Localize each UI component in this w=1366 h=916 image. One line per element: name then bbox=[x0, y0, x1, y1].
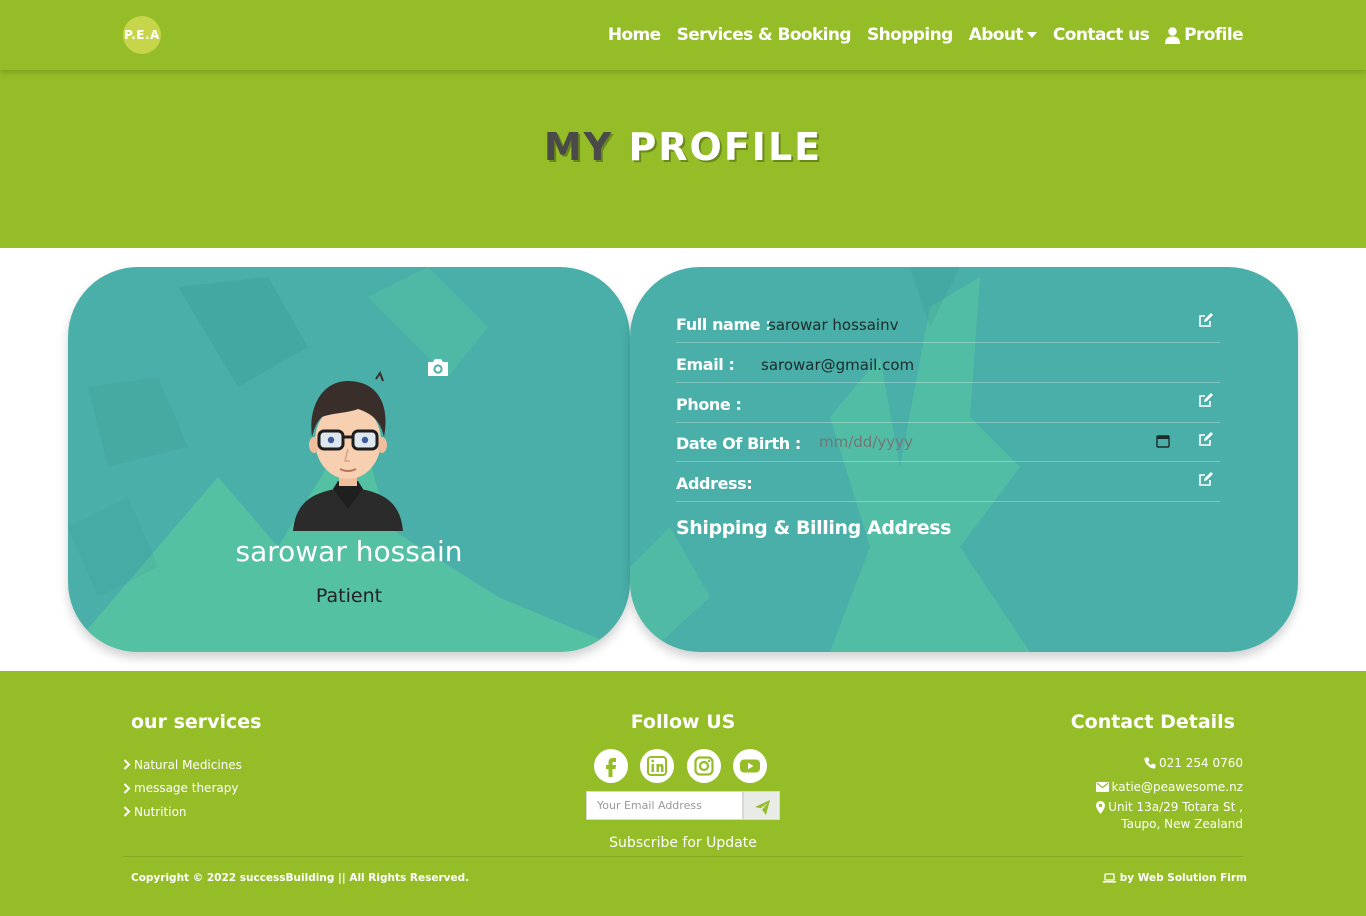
nav-services-label: Services & Booking bbox=[676, 25, 852, 45]
calendar-icon[interactable] bbox=[1156, 434, 1170, 448]
chevron-right-icon bbox=[123, 783, 131, 794]
chevron-right-icon bbox=[123, 759, 131, 770]
hero-banner: MY PROFILE bbox=[0, 70, 1366, 248]
avatar bbox=[293, 370, 403, 531]
page-title-part1: MY bbox=[543, 125, 614, 169]
nav-home-label: Home bbox=[607, 25, 661, 45]
page-title-part2: PROFILE bbox=[628, 125, 823, 169]
footer-divider bbox=[123, 856, 1243, 857]
profile-name: sarowar hossain bbox=[235, 535, 463, 568]
caret-down-icon bbox=[1026, 32, 1037, 38]
nav-services-booking[interactable]: Services & Booking bbox=[676, 25, 852, 45]
nav-profile[interactable]: Profile bbox=[1165, 25, 1244, 45]
youtube-icon[interactable] bbox=[733, 749, 767, 783]
details-card: Full name : sarowar hossainv Email : sar… bbox=[630, 267, 1298, 652]
contact-address: Unit 13a/29 Totara St , Taupo, New Zeala… bbox=[1096, 799, 1243, 833]
shipping-billing-title: Shipping & Billing Address bbox=[676, 517, 952, 539]
nav-shopping-label: Shopping bbox=[866, 25, 953, 45]
nav-contact[interactable]: Contact us bbox=[1052, 25, 1150, 45]
camera-icon[interactable] bbox=[426, 357, 450, 377]
map-marker-icon bbox=[1096, 801, 1106, 814]
full-name-value: sarowar hossainv bbox=[768, 316, 899, 334]
contact-email[interactable]: katie@peawesome.nz bbox=[1095, 775, 1243, 799]
edit-icon[interactable] bbox=[1198, 392, 1214, 408]
credit-text: by Web Solution Firm bbox=[1119, 872, 1247, 884]
contact-phone-text: 021 254 0760 bbox=[1159, 756, 1243, 770]
page-title: MY PROFILE bbox=[0, 125, 1366, 169]
subscribe-email-input[interactable] bbox=[586, 791, 743, 820]
service-link[interactable]: Nutrition bbox=[123, 800, 242, 824]
service-link[interactable]: Natural Medicines bbox=[123, 753, 242, 777]
service-label: Nutrition bbox=[134, 804, 187, 819]
edit-icon[interactable] bbox=[1198, 471, 1214, 487]
address-line2: Taupo, New Zealand bbox=[1121, 817, 1243, 831]
email-value: sarowar@gmail.com bbox=[761, 356, 915, 374]
subscribe-label: Subscribe for Update bbox=[609, 835, 757, 851]
navbar: P.E.A Home Services & Booking Shopping A… bbox=[0, 0, 1366, 70]
contact-email-text: katie@peawesome.nz bbox=[1111, 780, 1243, 794]
nav-links: Home Services & Booking Shopping About C… bbox=[608, 0, 1244, 70]
laptop-icon bbox=[1102, 873, 1116, 883]
edit-icon[interactable] bbox=[1198, 431, 1214, 447]
contact-details: 021 254 0760 katie@peawesome.nz Unit 13a… bbox=[1095, 751, 1243, 833]
contact-heading: Contact Details bbox=[1070, 711, 1235, 733]
nav-about-dropdown[interactable]: About bbox=[969, 25, 1037, 45]
nav-contact-label: Contact us bbox=[1052, 25, 1150, 45]
logo[interactable]: P.E.A bbox=[123, 16, 161, 54]
phone-icon bbox=[1144, 757, 1156, 769]
service-label: message therapy bbox=[134, 781, 239, 796]
services-list: Natural Medicines message therapy Nutrit… bbox=[123, 753, 242, 824]
footer: our services Natural Medicines message t… bbox=[0, 671, 1366, 916]
facebook-icon[interactable] bbox=[594, 749, 628, 783]
dob-label: Date Of Birth : bbox=[676, 434, 801, 453]
address-line1: Unit 13a/29 Totara St , bbox=[1108, 800, 1243, 814]
profile-card: sarowar hossain Patient bbox=[68, 267, 630, 652]
profile-role: Patient bbox=[315, 585, 383, 607]
social-links bbox=[594, 749, 768, 784]
nav-about-label: About bbox=[968, 25, 1024, 45]
envelope-icon bbox=[1095, 782, 1109, 792]
email-label: Email : bbox=[676, 355, 735, 374]
subscribe-send-button[interactable] bbox=[743, 791, 780, 820]
address-label: Address: bbox=[676, 474, 753, 493]
contact-phone[interactable]: 021 254 0760 bbox=[1096, 751, 1243, 775]
send-icon bbox=[755, 800, 770, 815]
service-label: Natural Medicines bbox=[134, 757, 242, 772]
nav-profile-label: Profile bbox=[1184, 25, 1244, 45]
dob-input[interactable] bbox=[819, 430, 1174, 454]
subscribe-form bbox=[586, 791, 780, 820]
nav-home[interactable]: Home bbox=[608, 25, 661, 45]
edit-icon[interactable] bbox=[1198, 312, 1214, 328]
credit-link[interactable]: by Web Solution Firm bbox=[1102, 872, 1247, 884]
address-row: Address: bbox=[676, 462, 1220, 502]
nav-shopping[interactable]: Shopping bbox=[867, 25, 953, 45]
phone-row: Phone : bbox=[676, 383, 1220, 423]
dob-row: Date Of Birth : bbox=[676, 422, 1220, 462]
full-name-label: Full name : bbox=[676, 315, 772, 334]
email-row: Email : sarowar@gmail.com bbox=[676, 343, 1220, 383]
full-name-row: Full name : sarowar hossainv bbox=[676, 303, 1220, 343]
user-icon bbox=[1165, 26, 1181, 44]
service-link[interactable]: message therapy bbox=[123, 777, 242, 801]
phone-label: Phone : bbox=[676, 395, 742, 414]
linkedin-icon[interactable] bbox=[640, 749, 674, 783]
instagram-icon[interactable] bbox=[687, 749, 721, 783]
copyright-text: Copyright © 2022 successBuilding || All … bbox=[131, 872, 470, 884]
chevron-right-icon bbox=[123, 806, 131, 817]
